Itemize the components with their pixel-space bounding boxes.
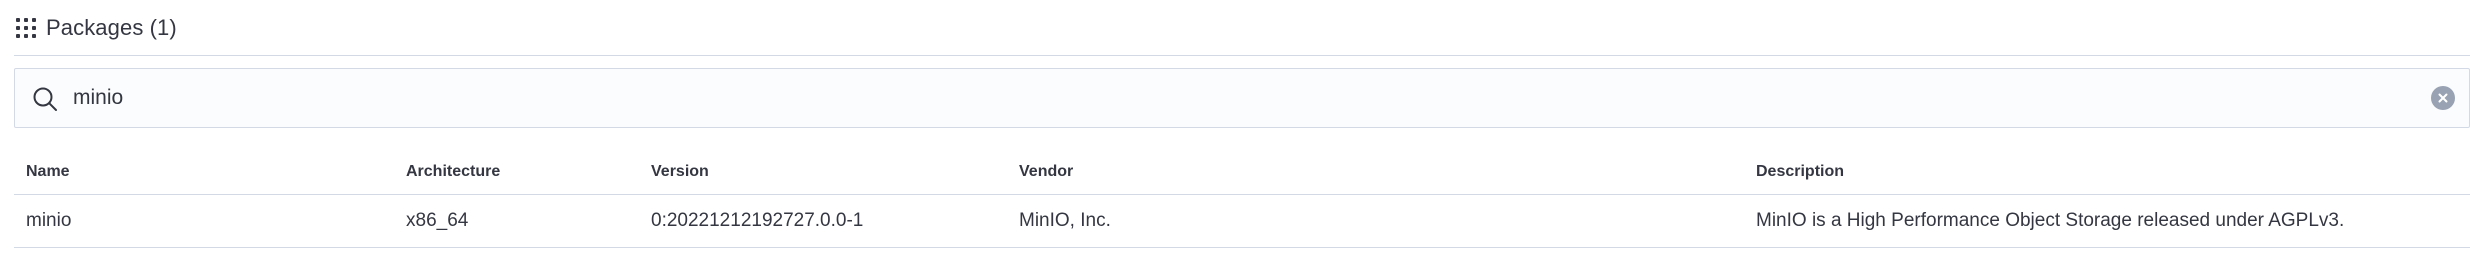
column-header-architecture[interactable]: Architecture: [394, 150, 639, 195]
cell-architecture: x86_64: [394, 194, 639, 248]
column-header-vendor[interactable]: Vendor: [1007, 150, 1744, 195]
column-header-version[interactable]: Version: [639, 150, 1007, 195]
panel-header: Packages (1): [16, 10, 177, 46]
column-header-name[interactable]: Name: [14, 150, 394, 195]
cell-name: minio: [14, 194, 394, 248]
table-row[interactable]: minio x86_64 0:20221212192727.0.0-1 MinI…: [14, 194, 2470, 248]
header-divider: [14, 55, 2470, 56]
cell-vendor: MinIO, Inc.: [1007, 194, 1744, 248]
search-box: [14, 68, 2470, 128]
panel-title: Packages (1): [46, 15, 177, 40]
clear-icon: [2438, 93, 2448, 103]
clear-search-button[interactable]: [2431, 86, 2455, 110]
table-header-row: Name Architecture Version Vendor Descrip…: [14, 150, 2470, 195]
packages-table: Name Architecture Version Vendor Descrip…: [14, 150, 2470, 248]
cell-description: MinIO is a High Performance Object Stora…: [1744, 194, 2470, 248]
search-icon: [33, 87, 57, 111]
column-header-description[interactable]: Description: [1744, 150, 2470, 195]
search-input[interactable]: [73, 69, 2403, 127]
cell-version: 0:20221212192727.0.0-1: [639, 194, 1007, 248]
apps-grid-icon: [16, 18, 36, 38]
